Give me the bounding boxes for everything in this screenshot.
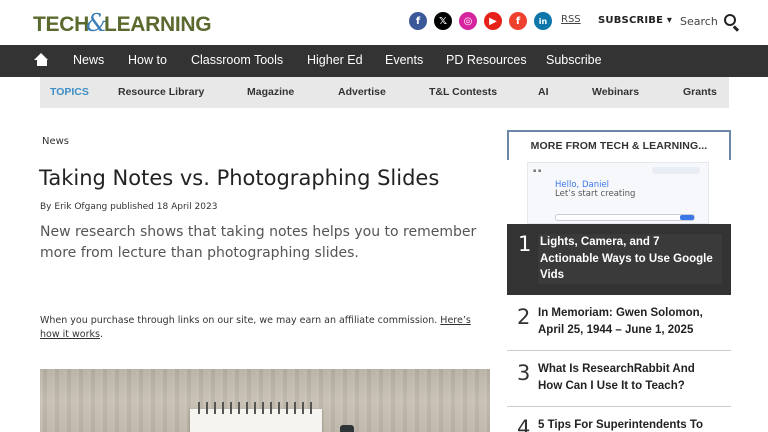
logo-learning: LEARNING <box>104 13 212 36</box>
item-headline[interactable]: Lights, Camera, and 7 Actionable Ways to… <box>538 234 722 284</box>
logo-tech: TECH <box>33 13 89 36</box>
page-title: Taking Notes vs. Photographing Slides <box>39 166 440 190</box>
nav-item-classroom-tools[interactable]: Classroom Tools <box>191 53 283 67</box>
nav-item-news[interactable]: News <box>73 53 104 67</box>
subscribe-dropdown[interactable]: SUBSCRIBE ▾ <box>598 15 672 26</box>
more-from-title: MORE FROM TECH & LEARNING... <box>530 140 708 152</box>
site-logo[interactable]: TECH&LEARNING <box>33 9 212 37</box>
featured-thumbnail[interactable]: ▪ ▪ Hello, Daniel Let’s start creating <box>527 162 709 224</box>
item-number: 1 <box>518 232 532 256</box>
pen-graphic <box>340 425 354 432</box>
sidebar-item-4[interactable]: 4 5 Tips For Superintendents To <box>507 407 731 432</box>
topics-bar: TOPICS Resource Library Magazine Adverti… <box>40 77 729 108</box>
search-button[interactable]: Search <box>680 14 739 32</box>
nav-item-pd-resources[interactable]: PD Resources <box>446 53 527 67</box>
thumb-pill <box>652 167 700 174</box>
affiliate-disclaimer: When you purchase through links on our s… <box>40 314 490 341</box>
facebook-icon[interactable]: f <box>409 12 427 30</box>
thumb-app-label: ▪ ▪ <box>533 168 542 174</box>
affiliate-text: When you purchase through links on our s… <box>40 315 438 326</box>
published-prefix: published <box>110 202 154 212</box>
youtube-icon[interactable]: ▶ <box>484 12 502 30</box>
linkedin-icon[interactable]: in <box>534 12 552 30</box>
notepad-spiral <box>198 402 316 414</box>
item-number: 3 <box>517 361 531 385</box>
nav-item-higher-ed[interactable]: Higher Ed <box>307 53 363 67</box>
thumb-send-button <box>680 215 694 220</box>
affiliate-end: . <box>99 328 103 340</box>
thumb-start: Let’s start creating <box>555 189 636 199</box>
article-standfirst: New research shows that taking notes hel… <box>40 224 477 261</box>
sidebar-item-3[interactable]: 3 What Is ResearchRabbit And How Can I U… <box>507 351 731 407</box>
topic-webinars[interactable]: Webinars <box>592 86 639 98</box>
byline: By Erik Ofgang published 18 April 2023 <box>40 202 217 212</box>
topic-advertise[interactable]: Advertise <box>338 86 386 98</box>
item-headline[interactable]: In Memoriam: Gwen Solomon, April 25, 194… <box>538 305 722 338</box>
topic-ai[interactable]: AI <box>538 86 549 98</box>
social-links: f 𝕏 ◎ ▶ f in <box>409 12 552 30</box>
rss-link[interactable]: RSS <box>561 14 581 25</box>
topic-resource-library[interactable]: Resource Library <box>118 86 204 98</box>
byline-prefix: By <box>40 202 52 212</box>
flipboard-icon[interactable]: f <box>509 12 527 30</box>
thumb-prompt-bar <box>555 214 695 221</box>
item-headline[interactable]: 5 Tips For Superintendents To <box>538 417 722 432</box>
sidebar-item-1[interactable]: 1 Lights, Camera, and 7 Actionable Ways … <box>507 224 731 295</box>
breadcrumb[interactable]: News <box>42 136 69 147</box>
topic-grants[interactable]: Grants <box>683 86 717 98</box>
topic-tl-contests[interactable]: T&L Contests <box>429 86 497 98</box>
author-name[interactable]: Erik Ofgang <box>54 202 107 212</box>
sidebar-item-2[interactable]: 2 In Memoriam: Gwen Solomon, April 25, 1… <box>507 295 731 351</box>
publish-date: 18 April 2023 <box>156 202 218 212</box>
nav-item-how-to[interactable]: How to <box>128 53 167 67</box>
item-headline[interactable]: What Is ResearchRabbit And How Can I Use… <box>538 361 722 394</box>
search-label: Search <box>680 15 718 28</box>
instagram-icon[interactable]: ◎ <box>459 12 477 30</box>
home-icon[interactable] <box>34 53 49 67</box>
hero-image <box>40 369 490 432</box>
x-icon[interactable]: 𝕏 <box>434 12 452 30</box>
item-number: 4 <box>517 416 531 432</box>
nav-item-events[interactable]: Events <box>385 53 423 67</box>
nav-item-subscribe[interactable]: Subscribe <box>546 53 602 67</box>
more-from-header: MORE FROM TECH & LEARNING... <box>507 130 731 160</box>
main-nav: News How to Classroom Tools Higher Ed Ev… <box>0 45 768 77</box>
search-icon <box>723 14 739 32</box>
topic-magazine[interactable]: Magazine <box>247 86 294 98</box>
item-number: 2 <box>517 305 531 329</box>
site-header: TECH&LEARNING f 𝕏 ◎ ▶ f in RSS SUBSCRIBE… <box>0 0 768 45</box>
topics-label: TOPICS <box>50 86 89 98</box>
